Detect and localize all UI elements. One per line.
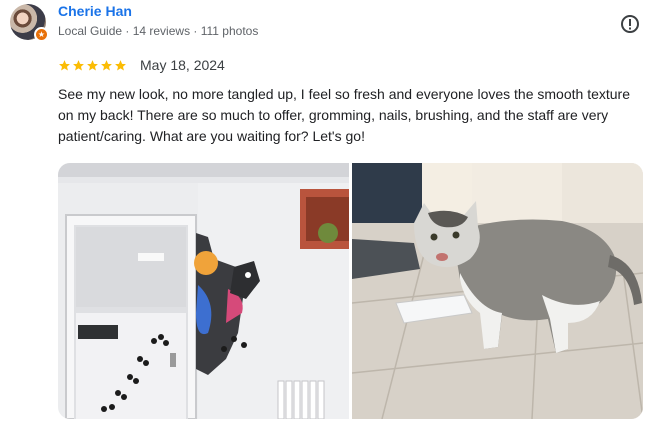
groomed-cat-photo[interactable] xyxy=(352,163,643,419)
star-icon xyxy=(73,59,84,70)
star-icon xyxy=(87,59,98,70)
star-icon xyxy=(115,59,126,70)
review-date: May 18, 2024 xyxy=(140,57,225,73)
report-exclamation-icon xyxy=(621,15,639,33)
grooming-room-photo[interactable] xyxy=(58,163,349,419)
reviewer-name-link[interactable]: Cherie Han xyxy=(58,3,132,19)
rating-row: May 18, 2024 xyxy=(58,56,225,74)
reviewer-meta: Local Guide · 14 reviews · 111 photos xyxy=(58,24,259,38)
report-button[interactable] xyxy=(619,13,641,35)
star-rating xyxy=(58,59,128,72)
star-icon xyxy=(59,59,70,70)
review-header: ★ Cherie Han Local Guide · 14 reviews · … xyxy=(10,2,647,42)
local-guide-badge-icon: ★ xyxy=(34,27,49,42)
review-text: See my new look, no more tangled up, I f… xyxy=(58,86,630,144)
star-icon xyxy=(101,59,112,70)
